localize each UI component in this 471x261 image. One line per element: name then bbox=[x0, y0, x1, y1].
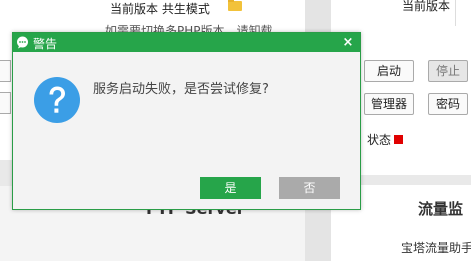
dialog-titlebar[interactable]: 警告 × bbox=[13, 33, 360, 52]
question-icon bbox=[34, 77, 80, 123]
dialog-title: 警告 bbox=[33, 37, 58, 51]
stop-button[interactable]: 停止 bbox=[428, 60, 468, 82]
folder-icon[interactable] bbox=[228, 0, 242, 11]
yes-button[interactable]: 是 bbox=[200, 177, 261, 199]
password-button[interactable]: 密码 bbox=[428, 93, 468, 115]
close-button[interactable]: × bbox=[341, 35, 355, 50]
flow-monitor-title: 流量监 bbox=[418, 200, 464, 218]
partial-button-1[interactable] bbox=[0, 60, 11, 82]
version-label-right: 当前版本 bbox=[402, 0, 451, 13]
flow-helper-label: 宝塔流量助手 bbox=[401, 241, 471, 255]
status-indicator bbox=[394, 135, 403, 144]
chat-bubble-icon bbox=[17, 36, 28, 49]
version-label-left: 当前版本 共生模式 bbox=[110, 2, 210, 16]
start-button[interactable]: 启动 bbox=[364, 60, 414, 82]
manager-button[interactable]: 管理器 bbox=[364, 93, 414, 115]
dialog-message: 服务启动失败，是否尝试修复? bbox=[93, 82, 269, 97]
no-button[interactable]: 否 bbox=[279, 177, 340, 199]
warning-dialog: 警告 × 服务启动失败，是否尝试修复? 是 否 bbox=[12, 32, 361, 210]
status-label: 状态 bbox=[367, 133, 392, 147]
scroll-edge bbox=[455, 0, 471, 26]
partial-button-2[interactable] bbox=[0, 92, 11, 114]
